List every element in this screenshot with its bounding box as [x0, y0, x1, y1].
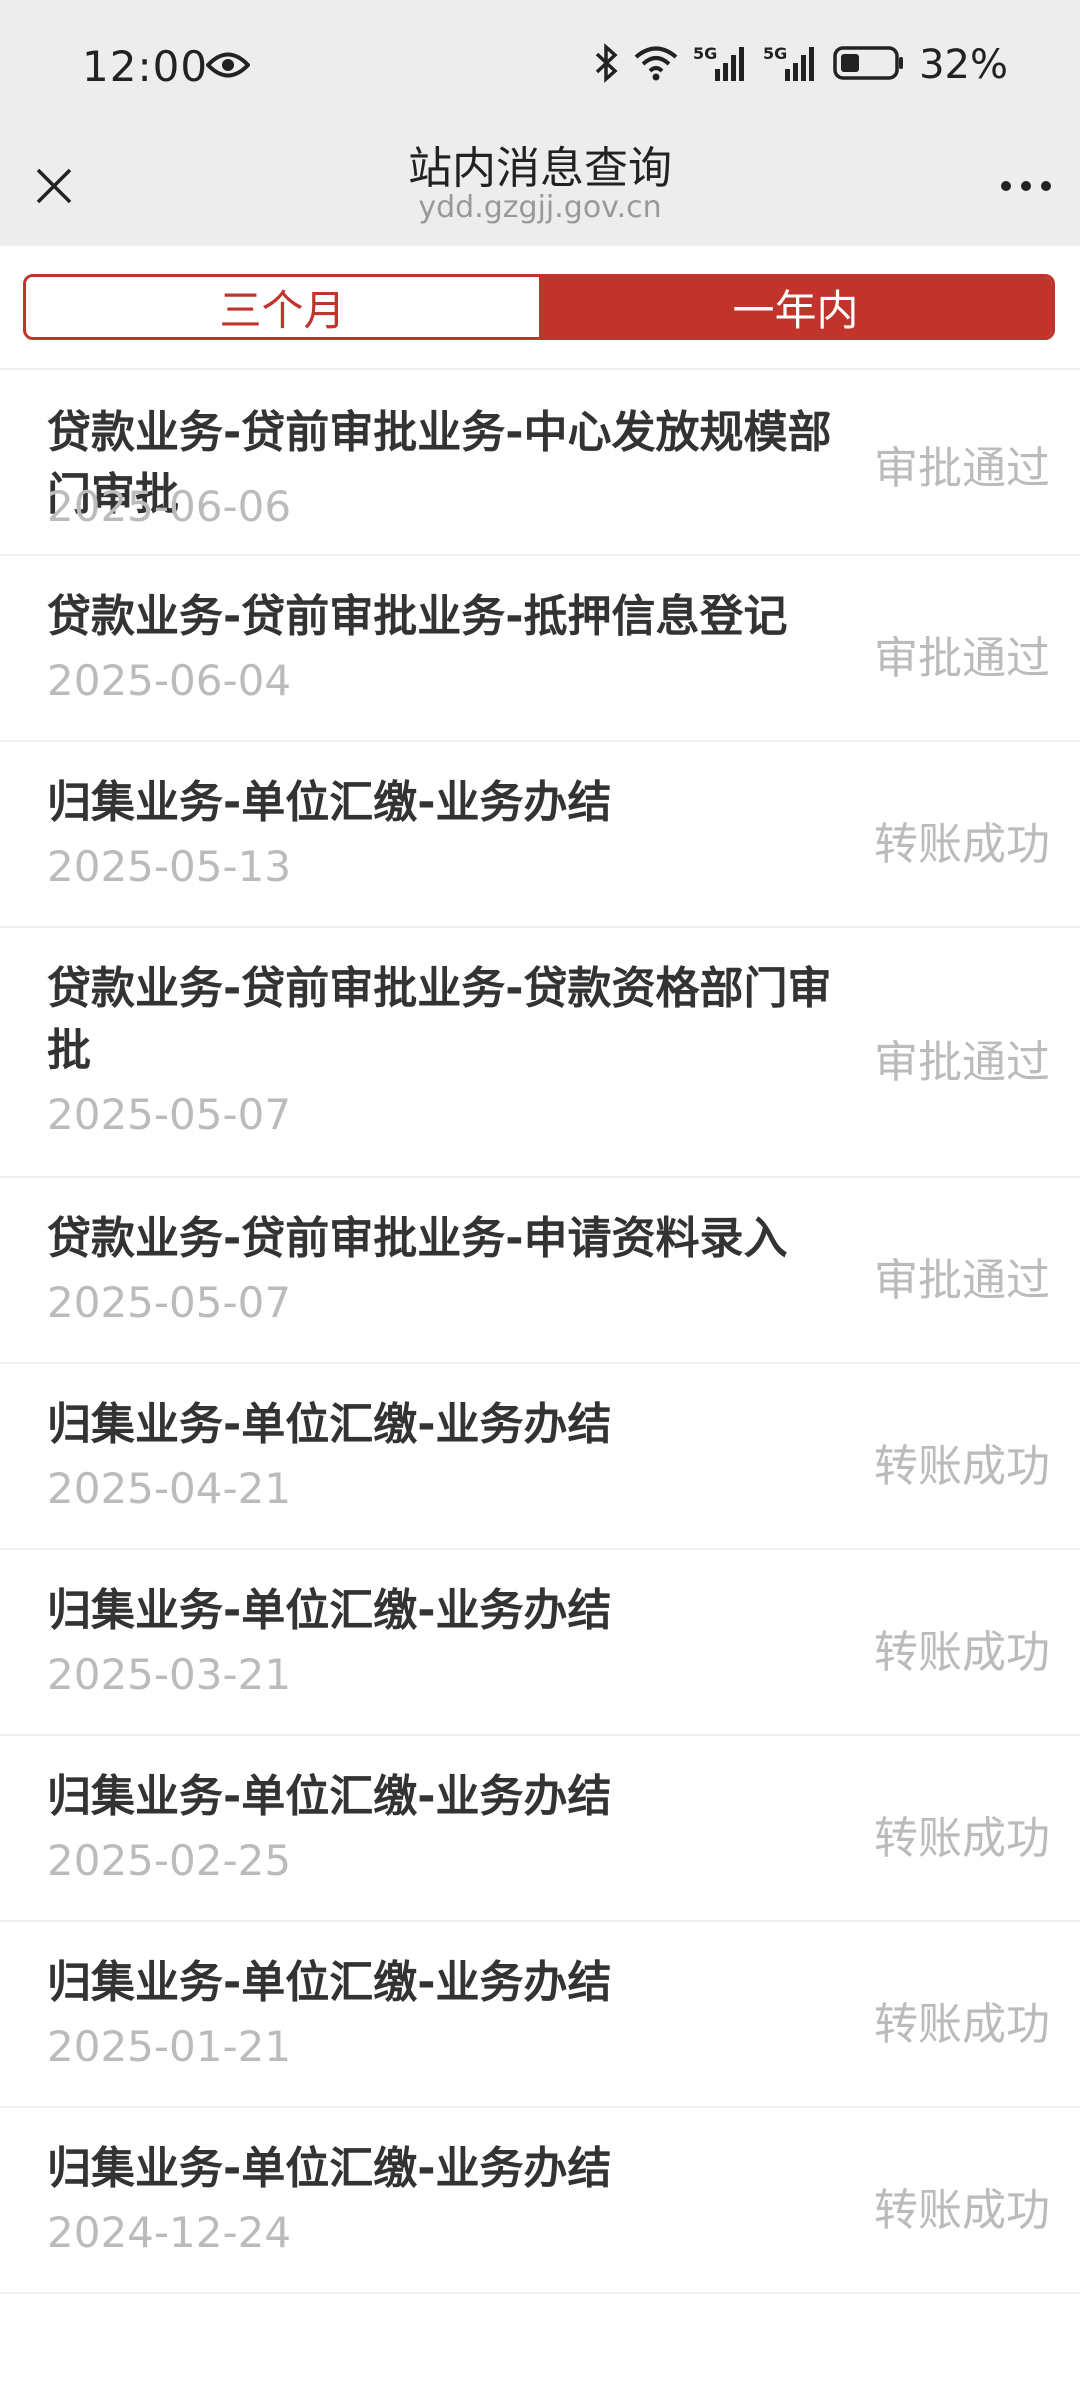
item-status: 审批通过	[874, 633, 1050, 684]
item-title: 归集业务-单位汇缴-业务办结	[47, 1957, 612, 2008]
item-title: 归集业务-单位汇缴-业务办结	[47, 777, 612, 828]
svg-text:5G: 5G	[763, 44, 787, 63]
list-item[interactable]: 归集业务-单位汇缴-业务办结 2025-04-21 转账成功	[0, 1364, 1080, 1550]
battery-percent: 32%	[919, 42, 1008, 88]
item-date: 2025-06-04	[47, 656, 292, 705]
item-title: 贷款业务-贷前审批业务-申请资料录入	[47, 1213, 788, 1264]
page-title: 站内消息查询	[408, 143, 672, 194]
item-title: 归集业务-单位汇缴-业务办结	[47, 1771, 612, 1822]
signal-5g-icon-2: 5G	[763, 43, 819, 87]
list-item[interactable]: 归集业务-单位汇缴-业务办结 2025-01-21 转账成功	[0, 1922, 1080, 2108]
item-title: 归集业务-单位汇缴-业务办结	[47, 1399, 612, 1450]
message-list: 贷款业务-贷前审批业务-中心发放规模部门审批 2025-06-06 审批通过 贷…	[0, 370, 1080, 2294]
page-url: ydd.gzgjj.gov.cn	[418, 190, 662, 225]
tab-within-one-year[interactable]: 一年内	[539, 277, 1052, 337]
item-date: 2024-12-24	[47, 2208, 292, 2257]
list-item[interactable]: 归集业务-单位汇缴-业务办结 2025-05-13 转账成功	[0, 742, 1080, 928]
list-item[interactable]: 归集业务-单位汇缴-业务办结 2025-02-25 转账成功	[0, 1736, 1080, 1922]
more-icon[interactable]	[996, 156, 1056, 216]
eye-icon	[205, 50, 251, 84]
item-status: 转账成功	[874, 1999, 1050, 2050]
item-date: 2025-05-13	[47, 842, 292, 891]
item-status: 审批通过	[874, 443, 1050, 494]
item-status: 转账成功	[874, 1627, 1050, 1678]
item-status: 转账成功	[874, 1441, 1050, 1492]
item-status: 转账成功	[874, 819, 1050, 870]
item-title: 贷款业务-贷前审批业务-抵押信息登记	[47, 591, 788, 642]
svg-text:5G: 5G	[693, 44, 717, 63]
segmented-control: 三个月 一年内	[23, 274, 1055, 340]
item-title: 贷款业务-贷前审批业务-贷款资格部门审批	[47, 963, 832, 1076]
item-status: 审批通过	[874, 1037, 1050, 1088]
item-date: 2025-02-25	[47, 1836, 292, 1885]
item-status: 转账成功	[874, 1813, 1050, 1864]
status-icons: 5G 5G 32%	[593, 40, 1008, 90]
bluetooth-icon	[593, 43, 619, 87]
item-date: 2025-05-07	[47, 1090, 292, 1139]
signal-5g-icon: 5G	[693, 43, 749, 87]
item-date: 2025-01-21	[47, 2022, 292, 2071]
status-time: 12:00	[82, 42, 209, 91]
list-item[interactable]: 归集业务-单位汇缴-业务办结 2024-12-24 转账成功	[0, 2108, 1080, 2294]
list-item[interactable]: 贷款业务-贷前审批业务-贷款资格部门审批 2025-05-07 审批通过	[0, 928, 1080, 1178]
item-title: 归集业务-单位汇缴-业务办结	[47, 2143, 612, 2194]
list-item[interactable]: 贷款业务-贷前审批业务-抵押信息登记 2025-06-04 审批通过	[0, 556, 1080, 742]
tab-bar: 三个月 一年内	[0, 246, 1080, 370]
item-date: 2025-04-21	[47, 1464, 292, 1513]
item-date: 2025-05-07	[47, 1278, 292, 1327]
status-bar: 12:00 5G 5G 32%	[0, 0, 1080, 134]
item-date: 2025-03-21	[47, 1650, 292, 1699]
list-item[interactable]: 归集业务-单位汇缴-业务办结 2025-03-21 转账成功	[0, 1550, 1080, 1736]
item-date: 2025-06-06	[47, 482, 292, 531]
item-title: 归集业务-单位汇缴-业务办结	[47, 1585, 612, 1636]
nav-bar: 站内消息查询 ydd.gzgjj.gov.cn	[0, 134, 1080, 246]
tab-three-months[interactable]: 三个月	[26, 277, 539, 337]
item-status: 转账成功	[874, 2185, 1050, 2236]
item-status: 审批通过	[874, 1255, 1050, 1306]
battery-icon	[833, 45, 905, 85]
wifi-icon	[633, 44, 679, 86]
list-item[interactable]: 贷款业务-贷前审批业务-申请资料录入 2025-05-07 审批通过	[0, 1178, 1080, 1364]
list-item[interactable]: 贷款业务-贷前审批业务-中心发放规模部门审批 2025-06-06 审批通过	[0, 370, 1080, 556]
